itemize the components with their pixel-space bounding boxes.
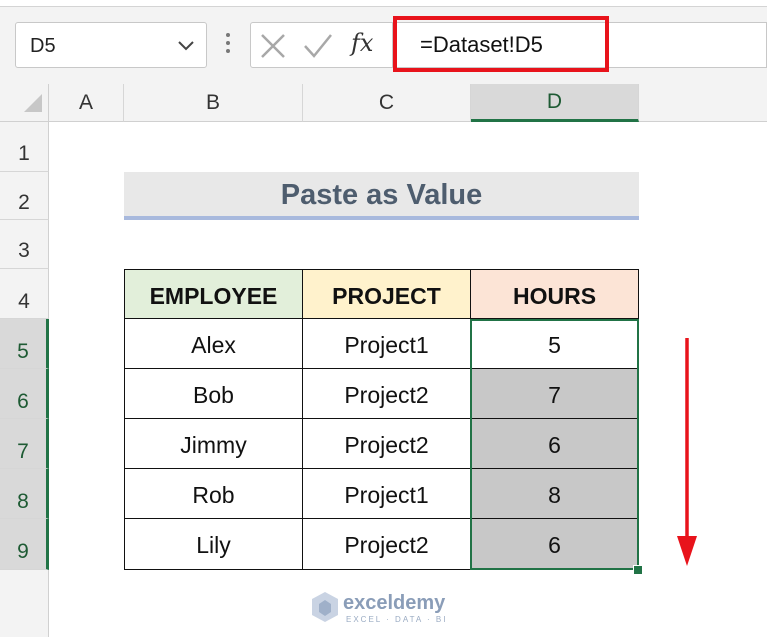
insert-function-icon[interactable]: 𝑓x <box>351 29 373 57</box>
row-header-6[interactable]: 6 <box>0 369 49 419</box>
chevron-down-icon[interactable] <box>176 35 196 55</box>
cell-project[interactable]: Project2 <box>303 369 471 419</box>
fill-handle[interactable] <box>633 565 643 575</box>
formula-highlight-box <box>393 16 609 72</box>
cell-employee[interactable]: Rob <box>124 469 303 519</box>
name-box[interactable]: D5 <box>15 22 207 68</box>
column-header-d[interactable]: D <box>471 84 639 122</box>
cancel-icon[interactable] <box>259 33 287 59</box>
column-header-c[interactable]: C <box>303 84 471 122</box>
header-employee[interactable]: EMPLOYEE <box>124 269 303 319</box>
column-header-e[interactable] <box>639 84 767 122</box>
row-header-8[interactable]: 8 <box>0 469 49 519</box>
cell-employee[interactable]: Bob <box>124 369 303 419</box>
select-all-triangle-icon <box>24 94 42 112</box>
enter-check-icon[interactable] <box>303 33 333 59</box>
column-header-b[interactable]: B <box>124 84 303 122</box>
cell-project[interactable]: Project2 <box>303 519 471 570</box>
ribbon-edge <box>0 0 767 7</box>
row-header-1[interactable]: 1 <box>0 122 49 172</box>
more-options-icon[interactable] <box>224 32 232 58</box>
row-header-9[interactable]: 9 <box>0 519 49 570</box>
selection-range <box>470 319 639 570</box>
cell-employee[interactable]: Jimmy <box>124 419 303 469</box>
cell-employee[interactable]: Alex <box>124 319 303 369</box>
row-header-7[interactable]: 7 <box>0 419 49 469</box>
row-header-4[interactable]: 4 <box>0 269 49 319</box>
watermark-tagline: EXCEL · DATA · BI <box>346 615 448 624</box>
exceldemy-logo-icon <box>312 592 338 622</box>
watermark: exceldemy EXCEL · DATA · BI <box>310 590 470 630</box>
cell-project[interactable]: Project1 <box>303 319 471 369</box>
arrow-down-icon <box>677 338 697 566</box>
row-header-10[interactable] <box>0 570 49 637</box>
cell-project[interactable]: Project1 <box>303 469 471 519</box>
column-header-a[interactable]: A <box>49 84 124 122</box>
name-box-value: D5 <box>30 35 56 57</box>
formula-buttons: 𝑓x <box>250 22 393 68</box>
row-header-2[interactable]: 2 <box>0 172 49 220</box>
cell-employee[interactable]: Lily <box>124 519 303 570</box>
header-hours[interactable]: HOURS <box>471 269 639 319</box>
page-title: Paste as Value <box>280 179 483 211</box>
row-header-3[interactable]: 3 <box>0 220 49 269</box>
row-header-5[interactable]: 5 <box>0 319 49 369</box>
watermark-name: exceldemy <box>343 592 446 614</box>
cell-project[interactable]: Project2 <box>303 419 471 469</box>
header-project[interactable]: PROJECT <box>303 269 471 319</box>
title-cell[interactable]: Paste as Value <box>124 172 639 220</box>
